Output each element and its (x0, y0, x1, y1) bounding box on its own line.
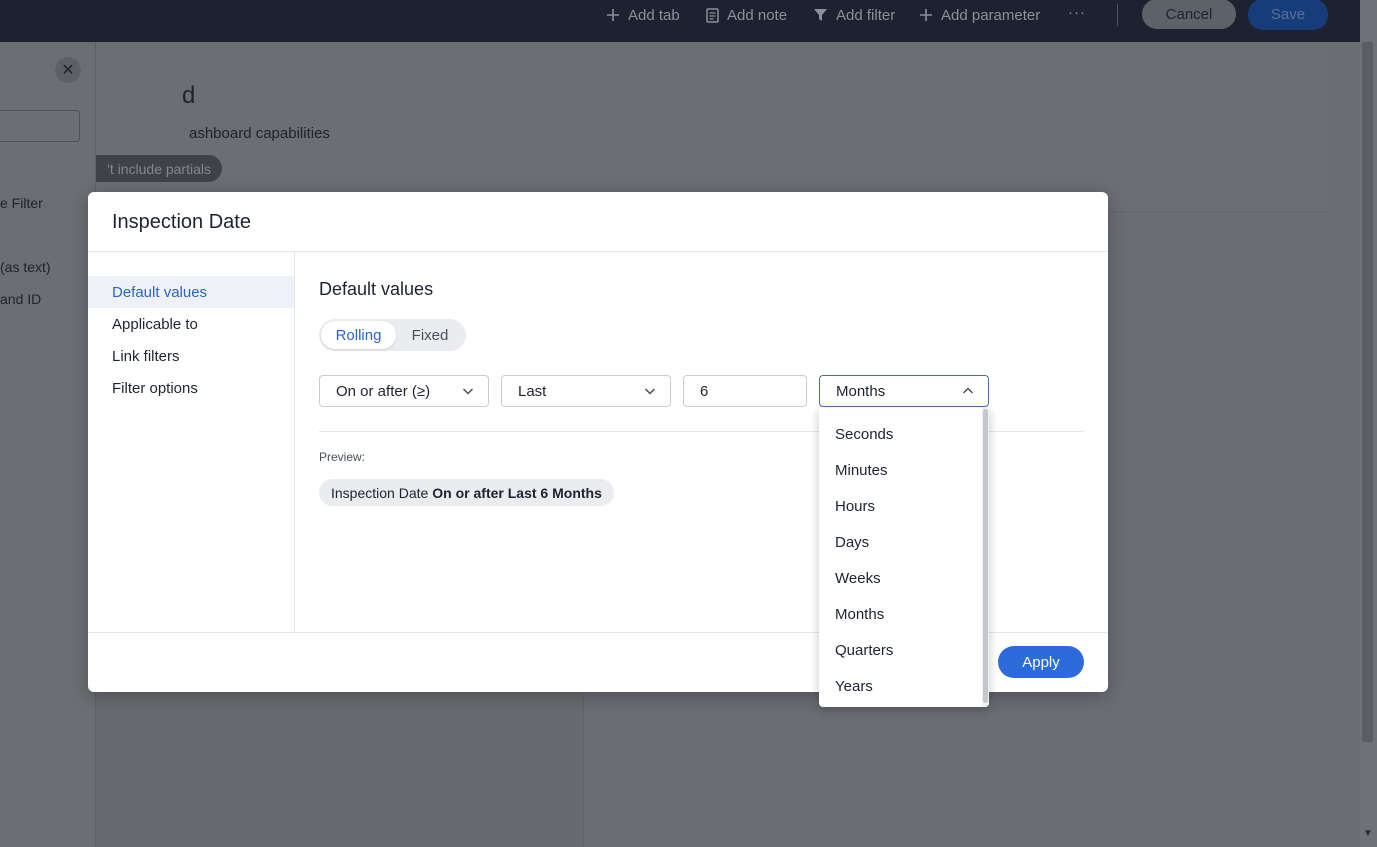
nav-item-applicable-to[interactable]: Applicable to (88, 308, 294, 340)
modal-title: Inspection Date (112, 211, 251, 233)
cancel-button[interactable]: Cancel (1142, 0, 1236, 29)
unit-option-years[interactable]: Years (819, 668, 981, 704)
filter-icon (814, 9, 827, 21)
add-parameter-label: Add parameter (941, 6, 1041, 24)
nav-item-filter-options[interactable]: Filter options (88, 372, 294, 404)
preview-chip: Inspection Date On or after Last 6 Month… (319, 479, 614, 506)
chevron-up-icon (962, 387, 974, 394)
unit-option-quarters[interactable]: Quarters (819, 632, 981, 668)
save-button[interactable]: Save (1248, 0, 1328, 30)
close-icon[interactable]: ✕ (55, 57, 81, 83)
operator-select[interactable]: On or after (≥) (319, 375, 489, 407)
dashboard-subtitle: ashboard capabilities (189, 125, 330, 142)
panel-item[interactable]: e Filter (0, 195, 43, 211)
preview-field: Inspection Date (331, 484, 429, 501)
top-toolbar: Add tab Add note Add filter Add paramete… (0, 0, 1360, 42)
plus-icon (920, 9, 932, 21)
add-note-button[interactable]: Add note (706, 6, 787, 24)
apply-button[interactable]: Apply (998, 646, 1084, 678)
panel-search-input[interactable] (0, 110, 80, 142)
unit-option-minutes[interactable]: Minutes (819, 452, 981, 488)
add-filter-button[interactable]: Add filter (813, 6, 895, 24)
mode-segmented-control: Rolling Fixed (319, 319, 466, 351)
rolling-tab[interactable]: Rolling (321, 321, 396, 349)
nav-item-link-filters[interactable]: Link filters (88, 340, 294, 372)
dashboard-tile (96, 690, 584, 847)
add-tab-label: Add tab (628, 6, 680, 24)
unit-option-seconds[interactable]: Seconds (819, 416, 981, 452)
nav-item-default-values[interactable]: Default values (88, 276, 294, 308)
dashboard-header-card: d ashboard capabilities 't include parti… (96, 42, 1328, 212)
partials-toggle-pill[interactable]: 't include partials (96, 155, 222, 182)
add-filter-label: Add filter (836, 6, 896, 24)
modal-side-nav: Default values Applicable to Link filter… (88, 252, 295, 632)
note-icon (706, 7, 719, 23)
more-options-icon[interactable]: ··· (1068, 3, 1086, 21)
panel-item[interactable]: and ID (0, 291, 41, 307)
fixed-tab[interactable]: Fixed (396, 321, 464, 349)
operator-value: On or after (≥) (336, 382, 431, 400)
filter-side-panel: ✕ e Filter (as text) and ID (0, 42, 96, 847)
dashboard-title: d (182, 82, 196, 109)
chevron-down-icon (462, 388, 474, 395)
add-note-label: Add note (727, 6, 788, 24)
unit-option-months[interactable]: Months (819, 596, 981, 632)
scroll-down-arrow-icon[interactable]: ▼ (1363, 828, 1373, 839)
add-tab-button[interactable]: Add tab (606, 6, 680, 24)
add-parameter-button[interactable]: Add parameter (919, 6, 1040, 24)
unit-option-hours[interactable]: Hours (819, 488, 981, 524)
unit-value: Months (836, 382, 886, 400)
page-scrollbar-thumb[interactable] (1362, 42, 1373, 742)
toolbar-divider (1117, 4, 1118, 26)
section-title: Default values (319, 279, 434, 299)
plus-icon (607, 9, 619, 21)
unit-option-weeks[interactable]: Weeks (819, 560, 981, 596)
unit-dropdown-list: Seconds Minutes Hours Days Weeks Months … (819, 407, 989, 707)
unit-select[interactable]: Months (819, 375, 989, 407)
chevron-down-icon (644, 388, 656, 395)
panel-item[interactable]: (as text) (0, 259, 51, 275)
range-value: Last (518, 382, 547, 400)
dropdown-scrollbar-thumb[interactable] (983, 409, 988, 703)
range-select[interactable]: Last (501, 375, 671, 407)
preview-label: Preview: (319, 450, 366, 464)
unit-option-days[interactable]: Days (819, 524, 981, 560)
preview-condition: On or after Last 6 Months (432, 484, 602, 501)
amount-input[interactable] (683, 375, 807, 407)
